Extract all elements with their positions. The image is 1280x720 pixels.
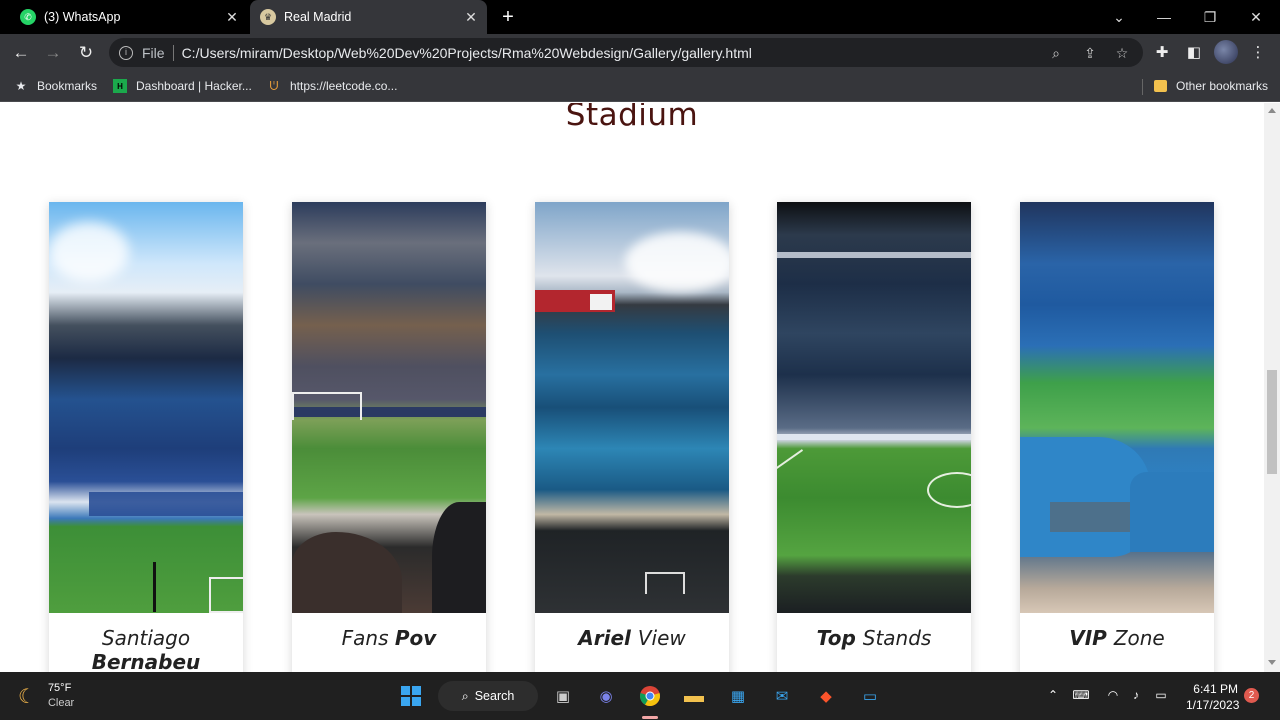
page-viewport: Stadium Santiago Bernabeu Fans Pov Ariel…: [0, 103, 1264, 672]
stadium-photo: [777, 202, 971, 613]
notification-badge[interactable]: 2: [1244, 688, 1259, 703]
wifi-icon[interactable]: ◠: [1104, 686, 1122, 704]
microsoft-store-icon[interactable]: ▦: [724, 682, 752, 710]
scroll-down-arrow-icon[interactable]: [1268, 660, 1276, 665]
card-caption: Fans Pov: [341, 626, 437, 650]
system-clock[interactable]: 6:41 PM 1/17/2023: [1186, 681, 1240, 713]
leetcode-icon: ᕫ: [269, 78, 279, 93]
brave-browser-icon[interactable]: ◆: [812, 682, 840, 710]
page-title: Stadium: [565, 103, 699, 133]
volume-icon[interactable]: ♪: [1127, 686, 1145, 704]
bookmark-label: https://leetcode.co...: [290, 79, 398, 93]
scroll-thumb[interactable]: [1267, 370, 1277, 474]
new-tab-icon[interactable]: +: [498, 7, 518, 27]
url-text[interactable]: C:/Users/miram/Desktop/Web%20Dev%20Proje…: [182, 45, 752, 61]
bookmarks-bar: ★ Bookmarks H Dashboard | Hacker... ᕫ ht…: [0, 71, 1280, 102]
folder-icon: [1154, 80, 1167, 92]
card-caption: Ariel View: [578, 626, 686, 650]
star-icon: ★: [15, 79, 27, 93]
tab-title: (3) WhatsApp: [44, 10, 121, 24]
browser-tab-bar: ✆ (3) WhatsApp ✕ ♛ Real Madrid ✕ + ⌄ — ❐…: [0, 0, 1280, 34]
stadium-photo: [1020, 202, 1214, 613]
side-panel-icon[interactable]: ◧: [1183, 42, 1205, 64]
extensions-puzzle-icon[interactable]: ✚: [1151, 42, 1173, 64]
task-view-icon[interactable]: ▣: [549, 682, 577, 710]
stadium-photo: [292, 202, 486, 613]
gallery-card-santiago-bernabeu[interactable]: Santiago Bernabeu: [49, 202, 243, 672]
battery-icon[interactable]: ▭: [1152, 686, 1170, 704]
tab-title: Real Madrid: [284, 10, 352, 24]
close-icon[interactable]: ✕: [224, 9, 240, 25]
weather-widget[interactable]: ☾ 75°F Clear: [18, 681, 74, 711]
tab-real-madrid[interactable]: ♛ Real Madrid ✕: [250, 0, 487, 34]
bookmark-other-bookmarks[interactable]: Other bookmarks: [1154, 77, 1268, 95]
bookmark-label: Dashboard | Hacker...: [136, 79, 252, 93]
real-madrid-crest-icon: ♛: [260, 9, 276, 25]
profile-avatar[interactable]: [1214, 40, 1238, 64]
gallery-card-top-stands[interactable]: Top Stands: [777, 202, 971, 672]
hackerrank-icon: H: [113, 79, 127, 93]
restore-icon[interactable]: ❐: [1200, 7, 1220, 27]
back-arrow-icon[interactable]: ←: [10, 42, 32, 64]
gallery-card-vip-zone[interactable]: VIP Zone: [1020, 202, 1214, 672]
weather-condition: Clear: [47, 697, 75, 709]
mail-icon[interactable]: ✉: [768, 682, 796, 710]
menu-kebab-icon[interactable]: ⋮: [1247, 42, 1269, 64]
minimize-icon[interactable]: —: [1154, 7, 1174, 27]
chevron-up-icon[interactable]: ⌃: [1044, 686, 1062, 704]
zoom-icon[interactable]: ⌕: [1046, 43, 1066, 63]
divider: [1142, 79, 1143, 95]
stadium-photo: [49, 202, 243, 613]
close-window-icon[interactable]: ✕: [1246, 7, 1266, 27]
file-explorer-icon[interactable]: ▬: [680, 682, 708, 710]
divider: [172, 44, 174, 61]
bookmark-hackerrank[interactable]: H Dashboard | Hacker...: [113, 77, 252, 95]
clock-date: 1/17/2023: [1186, 698, 1240, 712]
taskbar-search-button[interactable]: ⌕ Search: [438, 681, 538, 711]
moon-icon: ☾: [18, 685, 36, 708]
card-caption: Top Stands: [816, 626, 932, 650]
forward-arrow-icon[interactable]: →: [42, 42, 64, 64]
browser-toolbar: ← → ↻ i File C:/Users/miram/Desktop/Web%…: [0, 34, 1280, 71]
info-icon[interactable]: i: [119, 45, 133, 60]
gallery-card-fans-pov[interactable]: Fans Pov: [292, 202, 486, 672]
share-icon[interactable]: ⇪: [1080, 43, 1100, 63]
windows-taskbar: ☾ 75°F Clear ⌕ Search ▣ ◉ ▬ ▦ ✉ ◆ ▭ ⌃ ⌨ …: [0, 672, 1280, 720]
clock-time: 6:41 PM: [1193, 682, 1238, 696]
scheme-label: File: [142, 44, 165, 61]
keyboard-icon[interactable]: ⌨: [1072, 686, 1090, 704]
card-caption: VIP Zone: [1069, 626, 1165, 650]
reload-icon[interactable]: ↻: [75, 42, 97, 64]
chrome-icon[interactable]: [636, 682, 664, 710]
remote-desktop-icon[interactable]: ▭: [856, 682, 884, 710]
whatsapp-icon: ✆: [20, 9, 36, 25]
gallery-card-ariel-view[interactable]: Ariel View: [535, 202, 729, 672]
tab-whatsapp[interactable]: ✆ (3) WhatsApp ✕: [12, 0, 248, 34]
bookmark-bookmarks[interactable]: ★ Bookmarks: [14, 77, 97, 95]
bookmark-label: Other bookmarks: [1176, 79, 1269, 93]
bookmark-leetcode[interactable]: ᕫ https://leetcode.co...: [267, 77, 398, 95]
close-icon[interactable]: ✕: [463, 9, 479, 25]
address-bar[interactable]: i File C:/Users/miram/Desktop/Web%20Dev%…: [109, 38, 1143, 67]
weather-temp: 75°F: [47, 682, 72, 694]
tab-search-chevron-icon[interactable]: ⌄: [1109, 7, 1129, 27]
stadium-photo: [535, 202, 729, 613]
bookmark-star-icon[interactable]: ☆: [1112, 43, 1132, 63]
active-app-indicator: [642, 716, 658, 719]
search-icon: ⌕: [461, 688, 469, 703]
vertical-scrollbar[interactable]: [1264, 103, 1280, 672]
card-caption: Santiago Bernabeu: [91, 626, 201, 672]
scroll-up-arrow-icon[interactable]: [1268, 108, 1276, 113]
bookmark-label: Bookmarks: [37, 79, 98, 93]
start-windows-icon[interactable]: [397, 682, 425, 710]
teams-chat-icon[interactable]: ◉: [592, 682, 620, 710]
search-label: Search: [474, 689, 515, 703]
